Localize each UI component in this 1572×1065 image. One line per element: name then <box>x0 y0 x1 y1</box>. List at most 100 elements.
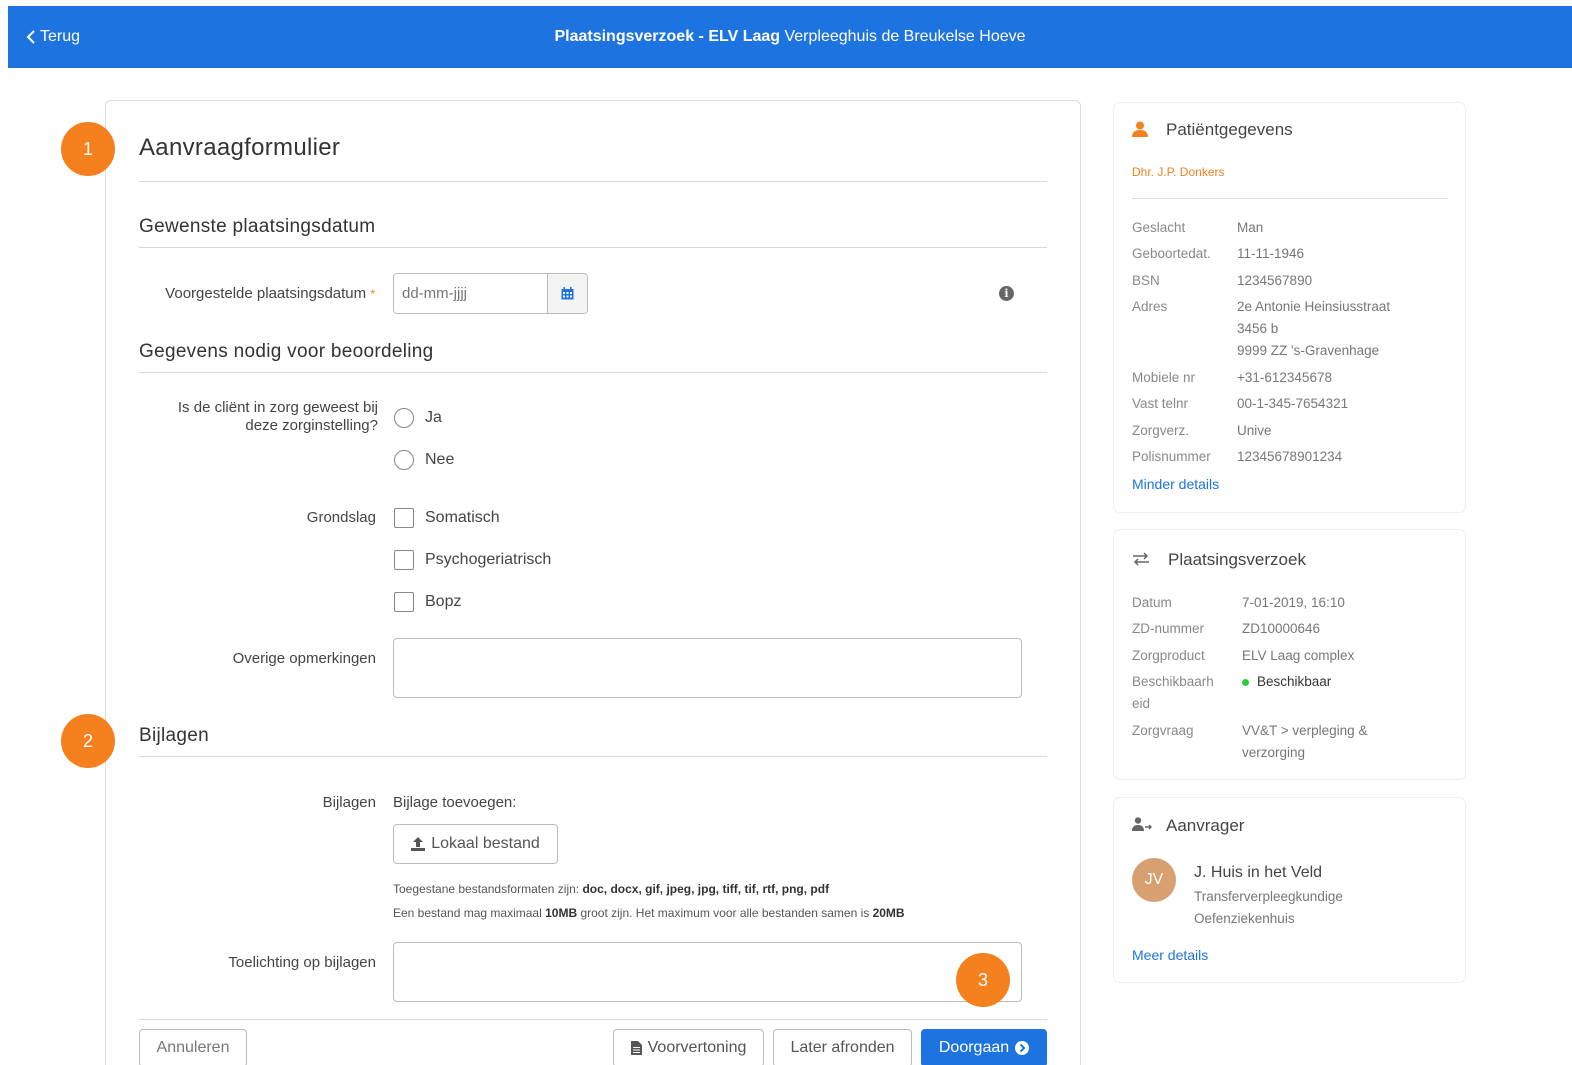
formats-help: Toegestane bestandsformaten zijn: doc, d… <box>393 882 829 896</box>
availability-value: Beschikbaar <box>1242 671 1331 693</box>
care-question-value: VV&T > verpleging & verzorging <box>1242 720 1367 764</box>
upload-icon <box>411 837 426 851</box>
requester-name: J. Huis in het Veld <box>1194 864 1323 881</box>
required-mark: * <box>370 287 375 301</box>
field-key: Zorgverz. <box>1132 423 1190 438</box>
divider <box>139 372 1047 373</box>
section-date-heading: Gewenste plaatsingsdatum <box>139 216 376 237</box>
cancel-label: Annuleren <box>156 1039 230 1056</box>
user-transfer-icon <box>1132 817 1152 831</box>
calendar-button[interactable] <box>547 274 587 313</box>
formats-list: doc, docx, gif, jpeg, jpg, tiff, tif, rt… <box>582 882 830 896</box>
status-dot <box>1242 678 1249 686</box>
later-button[interactable]: Later afronden <box>773 1029 912 1065</box>
checkbox-psychogeriatrisch-label: Psychogeriatrisch <box>425 551 552 568</box>
divider <box>139 181 1047 182</box>
continue-button[interactable]: Doorgaan <box>921 1029 1047 1065</box>
field-value: 11-11-1946 <box>1237 246 1305 261</box>
patient-panel-title: Patiëntgegevens <box>1166 120 1293 139</box>
requester-panel-title: Aanvrager <box>1166 816 1245 835</box>
page-title-rest: Verpleeghuis de Breukelse Hoeve <box>780 28 1026 45</box>
address-line3: 9999 ZZ 's-Gravenhage <box>1237 343 1380 358</box>
field-key: Zorgproduct <box>1132 648 1205 663</box>
patient-name: Dhr. J.P. Donkers <box>1132 165 1225 179</box>
size-total: 20MB <box>872 906 905 920</box>
remarks-label: Overige opmerkingen <box>232 650 376 667</box>
radio-no-label: Nee <box>425 451 455 468</box>
field-value: ZD10000646 <box>1242 621 1321 636</box>
field-key: Geslacht <box>1132 220 1186 235</box>
local-file-label: Lokaal bestand <box>431 835 540 852</box>
address-line2: 3456 b <box>1237 321 1279 336</box>
field-value: 00-1-345-7654321 <box>1237 396 1349 411</box>
attachment-note-label: Toelichting op bijlagen <box>228 954 376 971</box>
requester-role: Transferverpleegkundige <box>1194 889 1343 904</box>
size-mid: groot zijn. Het maximum voor alle bestan… <box>577 906 873 920</box>
formats-prefix: Toegestane bestandsformaten zijn: <box>393 882 583 896</box>
care-question-label: Is de cliënt in zorg geweest bij deze zo… <box>120 399 378 435</box>
size-prefix: Een bestand mag maximaal <box>393 906 546 920</box>
address-value: 2e Antonie Heinsiusstraat 3456 b 9999 ZZ… <box>1237 296 1390 362</box>
checkbox-psychogeriatrisch[interactable] <box>394 550 414 570</box>
preview-button[interactable]: Voorvertoning <box>613 1029 764 1065</box>
checkbox-somatisch-label: Somatisch <box>425 509 500 526</box>
field-key: Geboortedat. <box>1132 246 1211 261</box>
field-value: ELV Laag complex <box>1242 648 1355 663</box>
field-key: Mobiele nr <box>1132 370 1196 385</box>
user-icon <box>1132 121 1148 137</box>
calendar-icon <box>561 287 574 300</box>
cancel-button[interactable]: Annuleren <box>139 1029 247 1065</box>
section-assessment-heading: Gegevens nodig voor beoordeling <box>139 341 434 362</box>
field-key: Vast telnr <box>1132 396 1189 411</box>
step-badge-3: 3 <box>956 953 1010 1007</box>
field-key: ZD-nummer <box>1132 621 1205 636</box>
less-details-link[interactable]: Minder details <box>1132 476 1219 492</box>
field-value: 7-01-2019, 16:10 <box>1242 595 1345 610</box>
section-attachments-heading: Bijlagen <box>139 725 210 746</box>
exchange-icon <box>1133 552 1149 566</box>
availability-key-line2: eid <box>1132 696 1151 711</box>
divider <box>1132 198 1448 199</box>
checkbox-somatisch[interactable] <box>394 508 414 528</box>
document-icon <box>630 1041 642 1055</box>
info-icon[interactable]: i <box>999 286 1014 301</box>
requester-org: Oefenziekenhuis <box>1194 911 1295 926</box>
continue-label: Doorgaan <box>938 1039 1010 1056</box>
radio-yes[interactable] <box>394 408 414 428</box>
step-badge-2: 2 <box>61 714 115 768</box>
page-title-bold: Plaatsingsverzoek - ELV Laag <box>554 28 781 45</box>
field-value: Unive <box>1237 423 1272 438</box>
care-question-line1: VV&T > verpleging & <box>1242 723 1368 738</box>
add-attachment-text: Bijlage toevoegen: <box>393 794 517 811</box>
request-panel-title: Plaatsingsverzoek <box>1168 550 1306 569</box>
divider <box>139 247 1047 248</box>
divider <box>139 1019 1047 1020</box>
field-key: BSN <box>1132 273 1160 288</box>
form-title: Aanvraagformulier <box>139 134 341 161</box>
remarks-textarea[interactable] <box>393 638 1022 698</box>
radio-yes-label: Ja <box>425 409 442 426</box>
step-badge-1: 1 <box>61 122 115 176</box>
date-field[interactable] <box>393 273 588 314</box>
more-details-link[interactable]: Meer details <box>1132 947 1208 963</box>
radio-no[interactable] <box>394 450 414 470</box>
checkbox-bopz[interactable] <box>394 592 414 612</box>
arrow-right-circle-icon <box>1015 1041 1030 1055</box>
attachment-note-textarea[interactable] <box>393 942 1022 1002</box>
care-question-line1: Is de cliënt in zorg geweest bij <box>177 399 378 416</box>
date-label-text: Voorgestelde plaatsingsdatum <box>165 285 367 302</box>
field-value: Man <box>1237 220 1264 235</box>
field-value: 12345678901234 <box>1237 449 1343 464</box>
field-key: Zorgvraag <box>1132 723 1194 738</box>
field-key: Polisnummer <box>1132 449 1211 464</box>
date-input[interactable] <box>394 274 547 313</box>
patient-panel: Patiëntgegevens Dhr. J.P. Donkers Geslac… <box>1114 103 1465 512</box>
date-label: Voorgestelde plaatsingsdatum * <box>120 285 375 302</box>
field-value: +31-612345678 <box>1237 370 1332 385</box>
availability-text: Beschikbaar <box>1257 674 1332 689</box>
availability-key: Beschikbaarh eid <box>1132 671 1214 715</box>
field-value: 1234567890 <box>1237 273 1313 288</box>
local-file-button[interactable]: Lokaal bestand <box>393 824 558 864</box>
avatar: JV <box>1132 858 1176 902</box>
later-label: Later afronden <box>790 1039 895 1056</box>
